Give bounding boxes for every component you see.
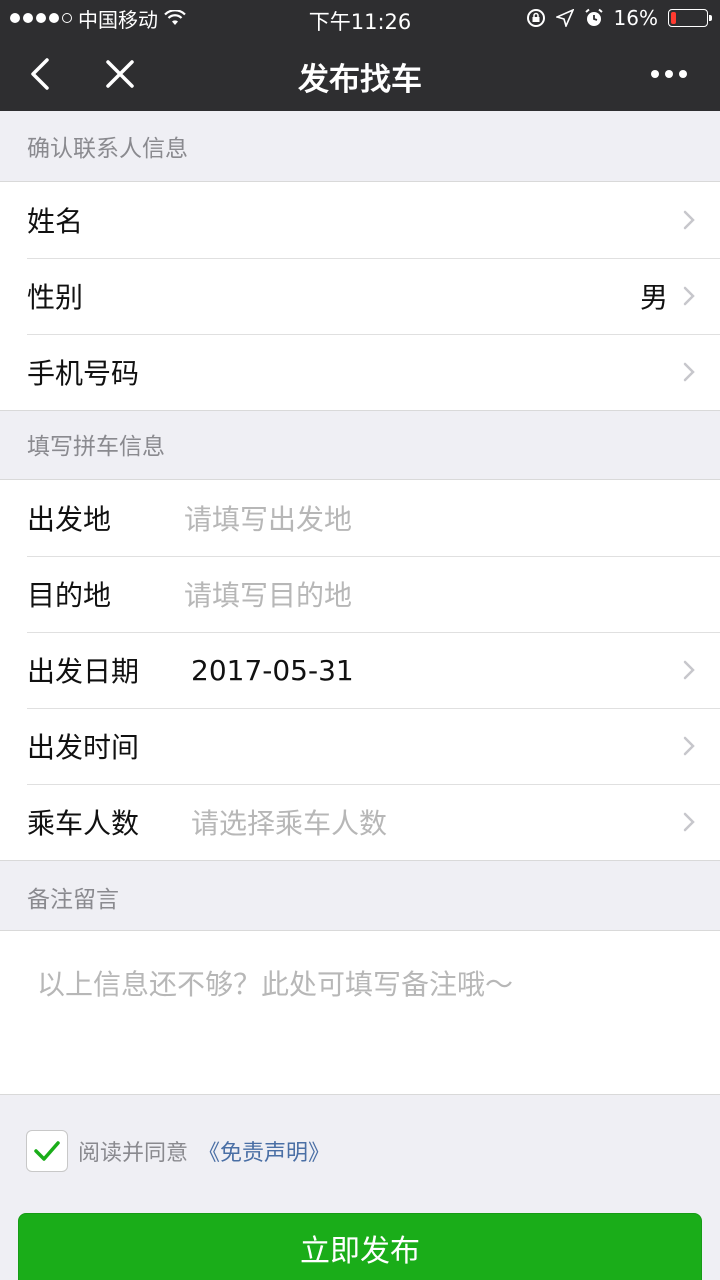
passenger-count-select[interactable]: 请选择乘车人数 <box>191 802 387 842</box>
chevron-right-icon <box>683 660 695 680</box>
status-bar: 中国移动 下午11:26 16% <box>0 0 720 36</box>
status-right: 16% <box>526 0 712 36</box>
checkmark-icon <box>34 1141 60 1161</box>
phone-label: 手机号码 <box>27 357 140 390</box>
battery-level <box>671 12 677 24</box>
page-title: 发布找车 <box>298 62 422 98</box>
passenger-count-row[interactable]: 乘车人数 请选择乘车人数 <box>0 784 720 860</box>
gender-value: 男 <box>639 281 668 314</box>
remark-placeholder: 以上信息还不够？此处可填写备注哦～ <box>37 968 514 1001</box>
agreement: 阅读并同意 《免责声明》 <box>26 1130 330 1172</box>
date-row[interactable]: 出发日期 2017-05-31 <box>0 632 720 708</box>
publish-button[interactable]: 立即发布 <box>18 1213 702 1280</box>
battery-percent: 16% <box>613 6 658 30</box>
lock-rotation-icon <box>526 9 545 27</box>
nav-bar: 发布找车 <box>0 36 720 111</box>
chevron-right-icon <box>683 210 695 230</box>
name-label: 姓名 <box>27 205 84 238</box>
location-arrow-icon <box>555 9 574 27</box>
remark-textarea[interactable]: 以上信息还不够？此处可填写备注哦～ <box>0 930 720 1095</box>
date-label: 出发日期 <box>27 655 140 688</box>
more-button[interactable] <box>644 54 694 94</box>
more-icon <box>651 70 659 78</box>
chevron-right-icon <box>683 736 695 756</box>
gender-row[interactable]: 性别 男 <box>0 258 720 334</box>
phone-row[interactable]: 手机号码 <box>0 334 720 410</box>
trip-section-header: 填写拼车信息 <box>27 434 165 460</box>
time-label: 出发时间 <box>27 731 140 764</box>
date-value: 2017-05-31 <box>191 653 354 687</box>
departure-input[interactable]: 请填写出发地 <box>184 498 352 538</box>
agree-text: 阅读并同意 <box>78 1141 189 1166</box>
trip-group: 出发地 请填写出发地 目的地 请填写目的地 出发日期 2017-05-31 出发… <box>0 479 720 861</box>
destination-label: 目的地 <box>27 579 112 612</box>
destination-row: 目的地 请填写目的地 <box>0 556 720 632</box>
contact-group: 姓名 性别 男 手机号码 <box>0 181 720 411</box>
agree-checkbox[interactable] <box>26 1130 68 1172</box>
battery-icon <box>668 9 712 27</box>
passenger-count-label: 乘车人数 <box>27 807 140 840</box>
chevron-right-icon <box>683 362 695 382</box>
remark-section-header: 备注留言 <box>27 887 119 913</box>
alarm-icon <box>584 8 603 26</box>
contact-section-header: 确认联系人信息 <box>27 136 188 162</box>
departure-label: 出发地 <box>27 503 112 536</box>
disclaimer-link[interactable]: 《免责声明》 <box>198 1135 330 1167</box>
name-row[interactable]: 姓名 <box>0 182 720 258</box>
chevron-right-icon <box>683 286 695 306</box>
chevron-right-icon <box>683 812 695 832</box>
time-row[interactable]: 出发时间 <box>0 708 720 784</box>
gender-label: 性别 <box>27 281 84 314</box>
destination-input[interactable]: 请填写目的地 <box>184 574 352 614</box>
departure-row: 出发地 请填写出发地 <box>0 480 720 556</box>
